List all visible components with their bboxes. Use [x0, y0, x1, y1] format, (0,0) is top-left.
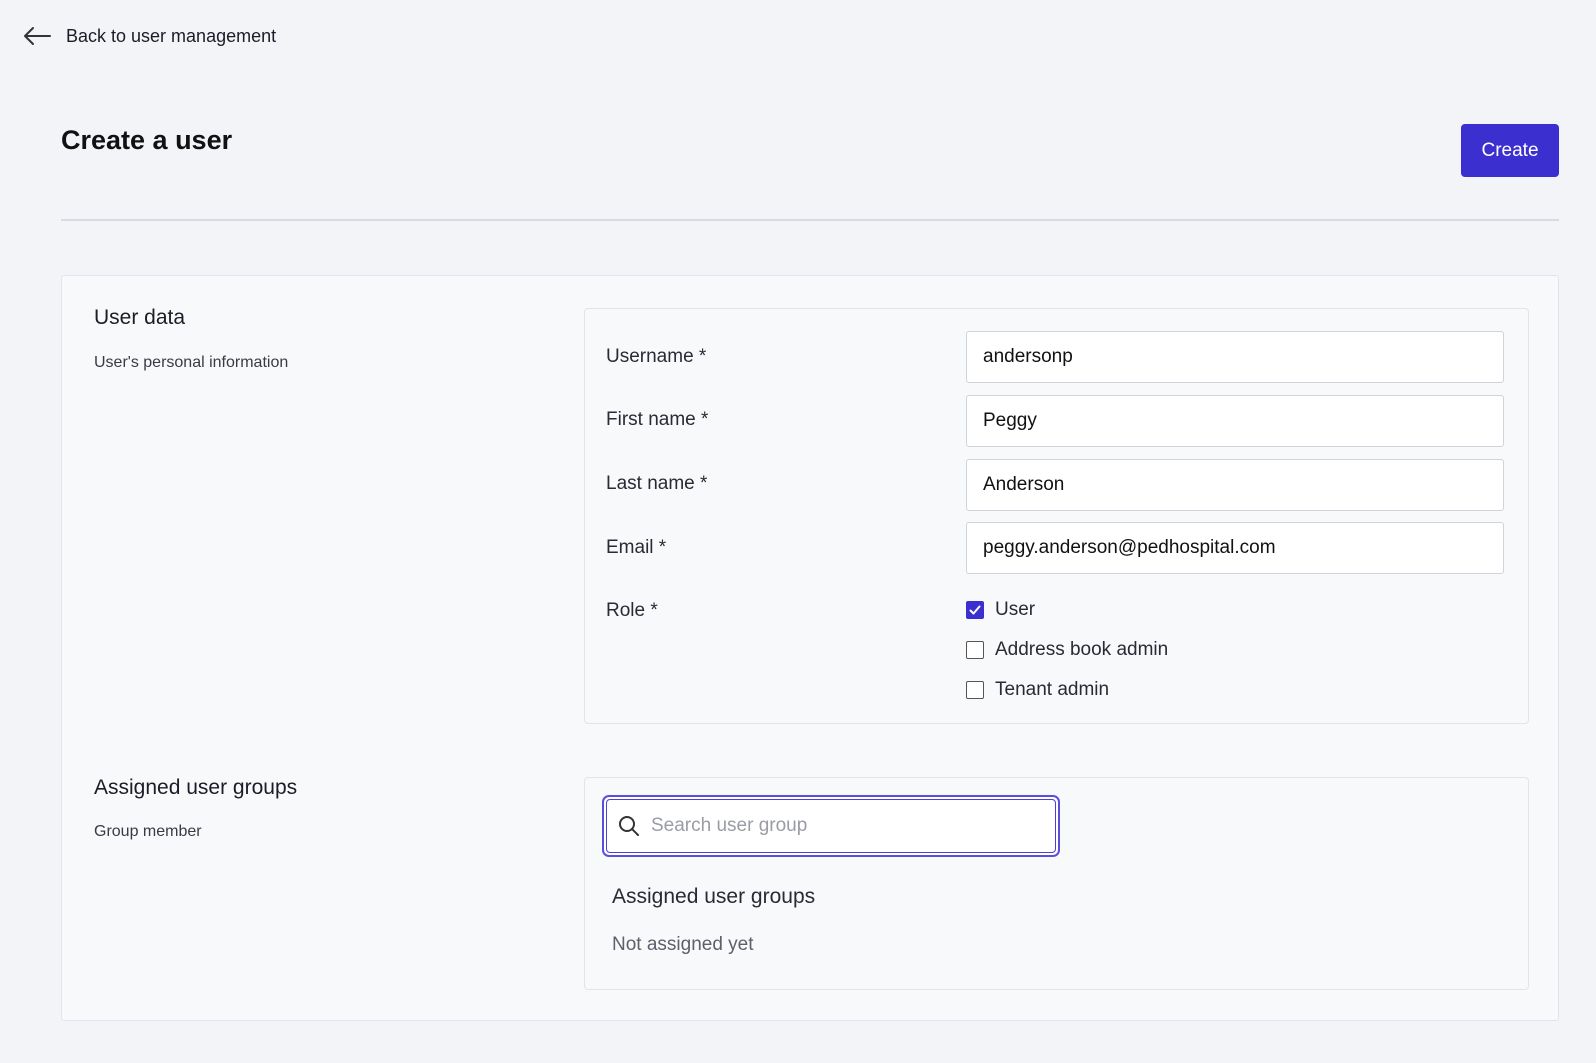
role-option-address-book-admin[interactable]: Address book admin: [966, 639, 1168, 661]
create-user-page: Back to user management Create a user Cr…: [0, 0, 1596, 1063]
search-icon: [617, 814, 641, 838]
user-data-subtitle: User's personal information: [94, 354, 289, 371]
back-to-user-management-link[interactable]: Back to user management: [22, 24, 276, 48]
group-search-box[interactable]: [602, 795, 1060, 857]
email-label: Email *: [606, 537, 667, 558]
arrow-left-icon: [22, 24, 52, 48]
first-name-label: First name *: [606, 409, 709, 430]
role-option-user[interactable]: User: [966, 599, 1035, 621]
user-data-title: User data: [94, 306, 186, 329]
back-link-label: Back to user management: [66, 25, 277, 46]
assigned-groups-subtitle: Group member: [94, 823, 202, 840]
username-label: Username *: [606, 346, 707, 367]
role-option-user-label: User: [995, 599, 1036, 620]
username-input[interactable]: [966, 331, 1504, 383]
group-search-input[interactable]: [651, 800, 1055, 852]
last-name-label: Last name *: [606, 473, 708, 494]
page-title: Create a user: [61, 125, 233, 155]
checkbox-unchecked-icon[interactable]: [966, 681, 984, 699]
assigned-groups-list-heading: Assigned user groups: [612, 885, 816, 908]
first-name-input[interactable]: [966, 395, 1504, 447]
role-option-address-book-admin-label: Address book admin: [995, 639, 1169, 660]
role-option-tenant-admin[interactable]: Tenant admin: [966, 679, 1109, 701]
assigned-groups-empty-text: Not assigned yet: [612, 934, 754, 955]
last-name-input[interactable]: [966, 459, 1504, 511]
header-divider: [61, 219, 1559, 221]
create-button[interactable]: Create: [1461, 124, 1559, 177]
email-input[interactable]: [966, 522, 1504, 574]
assigned-groups-title: Assigned user groups: [94, 776, 298, 799]
role-label: Role *: [606, 600, 658, 621]
checkbox-unchecked-icon[interactable]: [966, 641, 984, 659]
checkbox-checked-icon[interactable]: [966, 601, 984, 619]
role-option-tenant-admin-label: Tenant admin: [995, 679, 1110, 700]
group-search-field[interactable]: [606, 799, 1056, 853]
